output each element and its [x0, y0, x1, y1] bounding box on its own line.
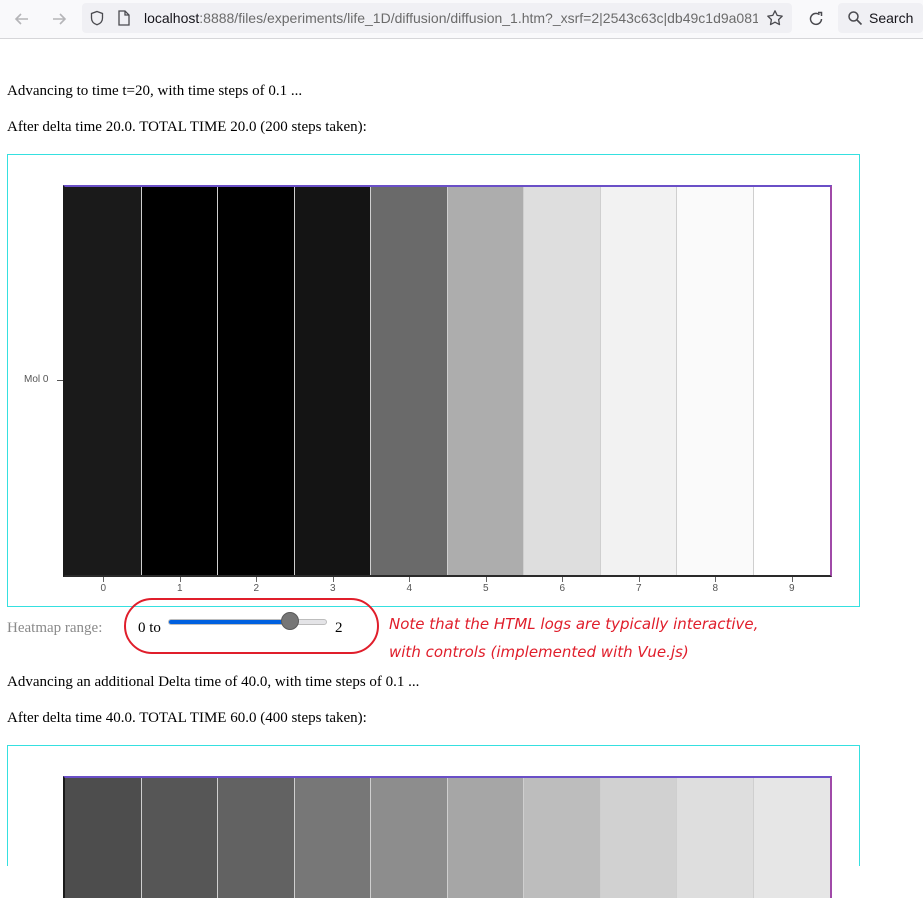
x-tick-label: 5: [482, 583, 489, 594]
x-tick: [638, 577, 640, 582]
log-line: After delta time 20.0. TOTAL TIME 20.0 (…: [7, 119, 367, 135]
x-tick: [791, 577, 793, 582]
url-host: localhost: [144, 10, 200, 26]
y-tick: [57, 380, 63, 381]
x-tick-label: 2: [253, 583, 260, 594]
x-tick: [332, 577, 334, 582]
x-tick-label: 3: [329, 583, 336, 594]
star-icon[interactable]: [766, 9, 784, 32]
x-tick: [256, 577, 258, 582]
x-tick-label: 9: [788, 583, 795, 594]
x-tick-label: 6: [559, 583, 566, 594]
x-tick-label: 4: [406, 583, 413, 594]
heatmap-cell: [753, 187, 830, 575]
x-tick: [562, 577, 564, 582]
heatmap-cell: [65, 778, 142, 898]
heatmap-cell: [447, 187, 524, 575]
heatmap-cell: [600, 187, 677, 575]
x-tick: [103, 577, 105, 582]
heatmap-cell: [371, 778, 448, 898]
url-bar[interactable]: localhost:8888/files/experiments/life_1D…: [82, 3, 792, 33]
x-tick-label: 1: [176, 583, 183, 594]
heatmap-cell: [218, 778, 295, 898]
x-tick: [409, 577, 411, 582]
heatmap-plot-area: [63, 776, 832, 898]
log-line: Advancing an additional Delta time of 40…: [7, 674, 420, 690]
heatmap-range-label: Heatmap range:: [7, 620, 103, 636]
heatmap-cell: [524, 187, 601, 575]
url-path: :8888/files/experiments/life_1D/diffusio…: [199, 10, 758, 26]
callout-ellipse: [124, 598, 379, 654]
search-label: Search: [869, 10, 914, 26]
heatmap-cell: [65, 187, 142, 575]
x-tick-label: 7: [635, 583, 642, 594]
forward-arrow-icon[interactable]: [46, 6, 72, 32]
x-tick: [485, 577, 487, 582]
log-line: Advancing to time t=20, with time steps …: [7, 83, 303, 99]
back-arrow-icon[interactable]: [9, 6, 35, 32]
heatmap-cell: [447, 778, 524, 898]
heatmap-chart: Mol 0 0 1 2 3 4 5 6 7 8 9: [7, 154, 860, 607]
heatmap-cell: [753, 778, 830, 898]
heatmap-cell: [141, 778, 218, 898]
url-text[interactable]: localhost:8888/files/experiments/life_1D…: [144, 10, 758, 26]
heatmap-cell: [371, 187, 448, 575]
x-tick-label: 0: [100, 583, 107, 594]
annotation-note-line1: Note that the HTML logs are typically in…: [389, 615, 759, 633]
heatmap-cell: [677, 187, 754, 575]
heatmap-cell: [218, 187, 295, 575]
reload-icon[interactable]: [803, 6, 829, 32]
browser-toolbar: localhost:8888/files/experiments/life_1D…: [0, 0, 923, 39]
search-icon: [847, 10, 863, 31]
heatmap-cell: [294, 187, 371, 575]
heatmap-cell: [141, 187, 218, 575]
x-tick: [715, 577, 717, 582]
heatmap-chart: [7, 745, 860, 898]
page-icon[interactable]: [117, 10, 131, 31]
annotation-note-line2: with controls (implemented with Vue.js): [389, 643, 689, 661]
heatmap-cell: [677, 778, 754, 898]
x-tick: [179, 577, 181, 582]
heatmap-cell: [600, 778, 677, 898]
heatmap-cell: [294, 778, 371, 898]
y-axis-label: Mol 0: [24, 374, 49, 385]
x-tick-label: 8: [712, 583, 719, 594]
log-line: After delta time 40.0. TOTAL TIME 60.0 (…: [7, 710, 367, 726]
heatmap-plot-area: [63, 185, 832, 577]
search-box[interactable]: Search: [838, 3, 923, 33]
heatmap-cell: [524, 778, 601, 898]
shield-icon[interactable]: [89, 10, 105, 31]
